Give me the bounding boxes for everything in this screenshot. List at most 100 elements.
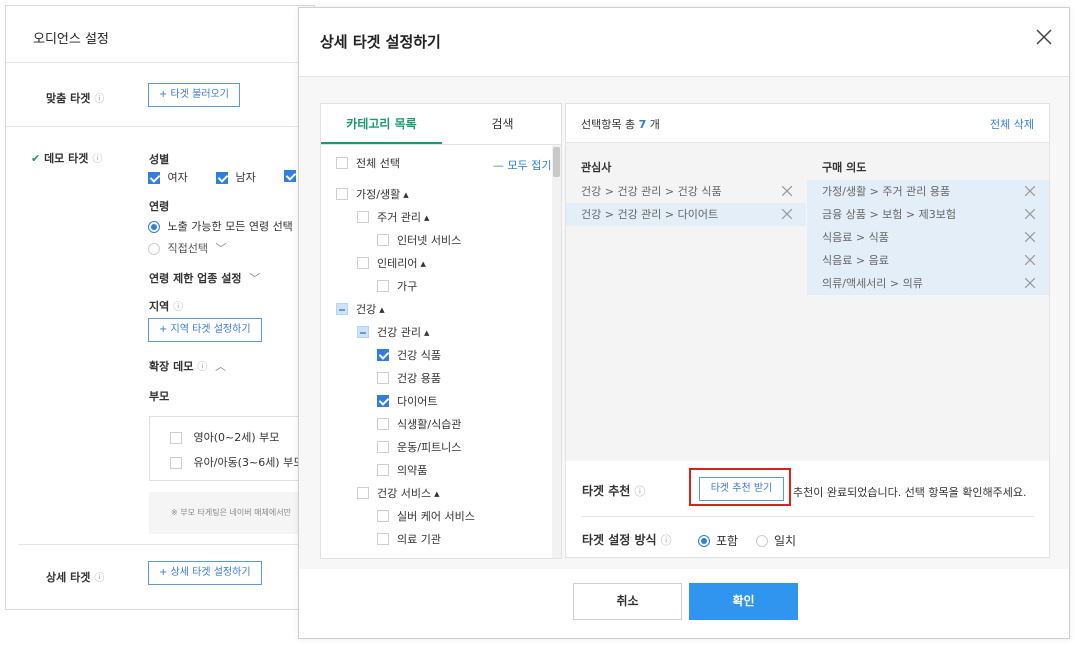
selected-item-label: 금융 상품 > 보험 > 제3보험	[822, 208, 956, 221]
remove-icon[interactable]	[1025, 278, 1035, 288]
detail-target-modal: 상세 타겟 설정하기 카테고리 목록 검색 전체 선택 — 모두 접기 가정/생…	[298, 7, 1070, 639]
gender-male-checkbox[interactable]: 남자	[216, 169, 256, 185]
info-icon[interactable]: ⓘ	[661, 534, 672, 547]
selected-item-label: 건강 > 건강 관리 > 다이어트	[581, 208, 719, 221]
scroll-thumb[interactable]	[553, 147, 560, 177]
checkbox-icon[interactable]	[357, 487, 369, 499]
checkbox-icon[interactable]	[377, 234, 389, 246]
custom-target-label: 맞춤 타겟 ⓘ	[46, 92, 105, 105]
category-tree-item[interactable]: 건강 용품	[377, 369, 441, 389]
selection-count: 선택항목 총 7 개	[581, 118, 660, 131]
info-icon[interactable]: ⓘ	[197, 362, 207, 373]
category-tree-item[interactable]: 의료 기관	[377, 530, 441, 550]
cancel-button[interactable]: 취소	[573, 583, 682, 620]
extended-demo-toggle[interactable]: 확장 데모 ⓘ ︿	[149, 358, 226, 374]
region-target-button[interactable]: + 지역 타겟 설정하기	[148, 318, 262, 342]
remove-icon[interactable]	[782, 209, 792, 219]
age-restriction-toggle[interactable]: 연령 제한 업종 설정 ﹀	[149, 270, 260, 286]
category-tree-item[interactable]: 가구	[377, 277, 417, 297]
tab-search[interactable]: 검색	[442, 104, 563, 144]
remove-icon[interactable]	[1025, 209, 1035, 219]
category-tree-item[interactable]: 건강 서비스 ▲	[357, 484, 440, 504]
checkbox-icon[interactable]	[377, 372, 389, 384]
scrollbar[interactable]	[552, 145, 561, 558]
checkbox-icon[interactable]	[357, 211, 369, 223]
category-tree-item[interactable]: 의약품	[377, 461, 427, 481]
checkbox-icon[interactable]	[377, 280, 389, 292]
tab-category-list[interactable]: 카테고리 목록	[321, 104, 442, 144]
select-all-checkbox[interactable]: 전체 선택	[336, 154, 400, 174]
checkbox-icon[interactable]	[377, 349, 389, 361]
category-tree-item[interactable]: 다이어트	[377, 392, 437, 412]
selected-item-label: 식음료 > 음료	[822, 254, 889, 267]
parent-child-checkbox[interactable]: 유아/아동(3~6세) 부모	[170, 454, 303, 470]
category-label: 운동/피트니스	[397, 441, 462, 454]
checkbox-icon[interactable]	[377, 395, 389, 407]
parent-infant-checkbox[interactable]: 영아(0~2세) 부모	[170, 429, 279, 445]
remove-icon[interactable]	[1025, 232, 1035, 242]
confirm-button[interactable]: 확인	[689, 583, 798, 620]
gender-label: 성별	[149, 153, 170, 166]
category-tree-item[interactable]: 주거 관리 ▲	[357, 208, 429, 228]
method-include-radio[interactable]: 포함	[698, 532, 738, 549]
category-tree-item[interactable]: 인테리어 ▲	[357, 254, 426, 274]
get-recommendation-button[interactable]: 타겟 추천 받기	[699, 477, 784, 501]
info-icon[interactable]: ⓘ	[94, 94, 104, 105]
category-tree-item[interactable]: 건강 ▲	[336, 300, 385, 320]
age-direct-radio[interactable]: 직접선택 ﹀	[148, 240, 226, 256]
checkbox-icon[interactable]	[357, 326, 369, 338]
category-label: 의약품	[397, 464, 428, 477]
remove-icon[interactable]	[1025, 186, 1035, 196]
demo-target-label: ✔ 데모 타겟 ⓘ	[31, 152, 103, 165]
purchase-column-title: 구매 의도	[822, 161, 867, 174]
close-icon[interactable]	[1035, 28, 1053, 46]
page-title: 오디언스 설정	[6, 6, 314, 63]
checkbox-icon[interactable]	[377, 510, 389, 522]
category-tree-item[interactable]: 식생활/식습관	[377, 415, 461, 435]
checkbox-icon	[284, 170, 296, 182]
selected-item: 의류/액세서리 > 의류	[807, 272, 1049, 295]
collapse-all-button[interactable]: — 모두 접기	[493, 157, 551, 173]
caret-up-icon[interactable]: ▲	[420, 260, 425, 268]
selected-item-label: 건강 > 건강 관리 > 건강 식품	[581, 185, 722, 198]
checkbox-icon[interactable]	[377, 533, 389, 545]
info-icon[interactable]: ⓘ	[92, 154, 102, 165]
info-icon[interactable]: ⓘ	[634, 485, 645, 498]
caret-up-icon[interactable]: ▲	[379, 306, 384, 314]
category-tree-item[interactable]: 건강 식품	[377, 346, 441, 366]
remove-icon[interactable]	[782, 186, 792, 196]
checkbox-icon[interactable]	[336, 188, 348, 200]
checkbox-icon[interactable]	[336, 303, 348, 315]
checkbox-icon[interactable]	[377, 418, 389, 430]
load-target-button[interactable]: + 타겟 불러오기	[148, 83, 240, 107]
remove-icon[interactable]	[1025, 255, 1035, 265]
checkbox-icon[interactable]	[357, 257, 369, 269]
caret-up-icon[interactable]: ▲	[424, 214, 429, 222]
recommend-message: 추천이 완료되었습니다. 선택 항목을 확인해주세요.	[793, 486, 1027, 499]
category-tree-item[interactable]: 인터넷 서비스	[377, 231, 461, 251]
divider	[321, 144, 561, 145]
category-label: 실버 케어 서비스	[397, 510, 475, 523]
caret-up-icon[interactable]: ▲	[403, 191, 408, 199]
category-tree-item[interactable]: 실버 케어 서비스	[377, 507, 475, 527]
method-match-radio[interactable]: 일치	[756, 532, 796, 549]
category-tree-item[interactable]: 건강 관리 ▲	[357, 323, 429, 343]
category-label: 다이어트	[397, 395, 438, 408]
caret-up-icon[interactable]: ▲	[424, 329, 429, 337]
modal-title: 상세 타겟 설정하기	[320, 33, 441, 51]
gender-female-checkbox[interactable]: 여자	[148, 169, 188, 185]
clear-all-button[interactable]: 전체 삭제	[990, 116, 1034, 132]
category-label: 건강 관리	[377, 326, 421, 339]
caret-up-icon[interactable]: ▲	[434, 490, 439, 498]
detail-target-button[interactable]: + 상세 타겟 설정하기	[148, 561, 262, 585]
selected-item-label: 가정/생활 > 주거 관리 용품	[822, 185, 951, 198]
checkbox-icon[interactable]	[377, 464, 389, 476]
category-label: 건강 식품	[397, 349, 441, 362]
checkbox-icon[interactable]	[377, 441, 389, 453]
gender-other-checkbox[interactable]	[284, 169, 296, 182]
category-tree-item[interactable]: 운동/피트니스	[377, 438, 461, 458]
category-tree-item[interactable]: 가정/생활 ▲	[336, 185, 409, 205]
info-icon[interactable]: ⓘ	[94, 573, 104, 584]
info-icon[interactable]: ⓘ	[173, 302, 183, 313]
age-all-radio[interactable]: 노출 가능한 모든 연령 선택	[148, 218, 293, 234]
